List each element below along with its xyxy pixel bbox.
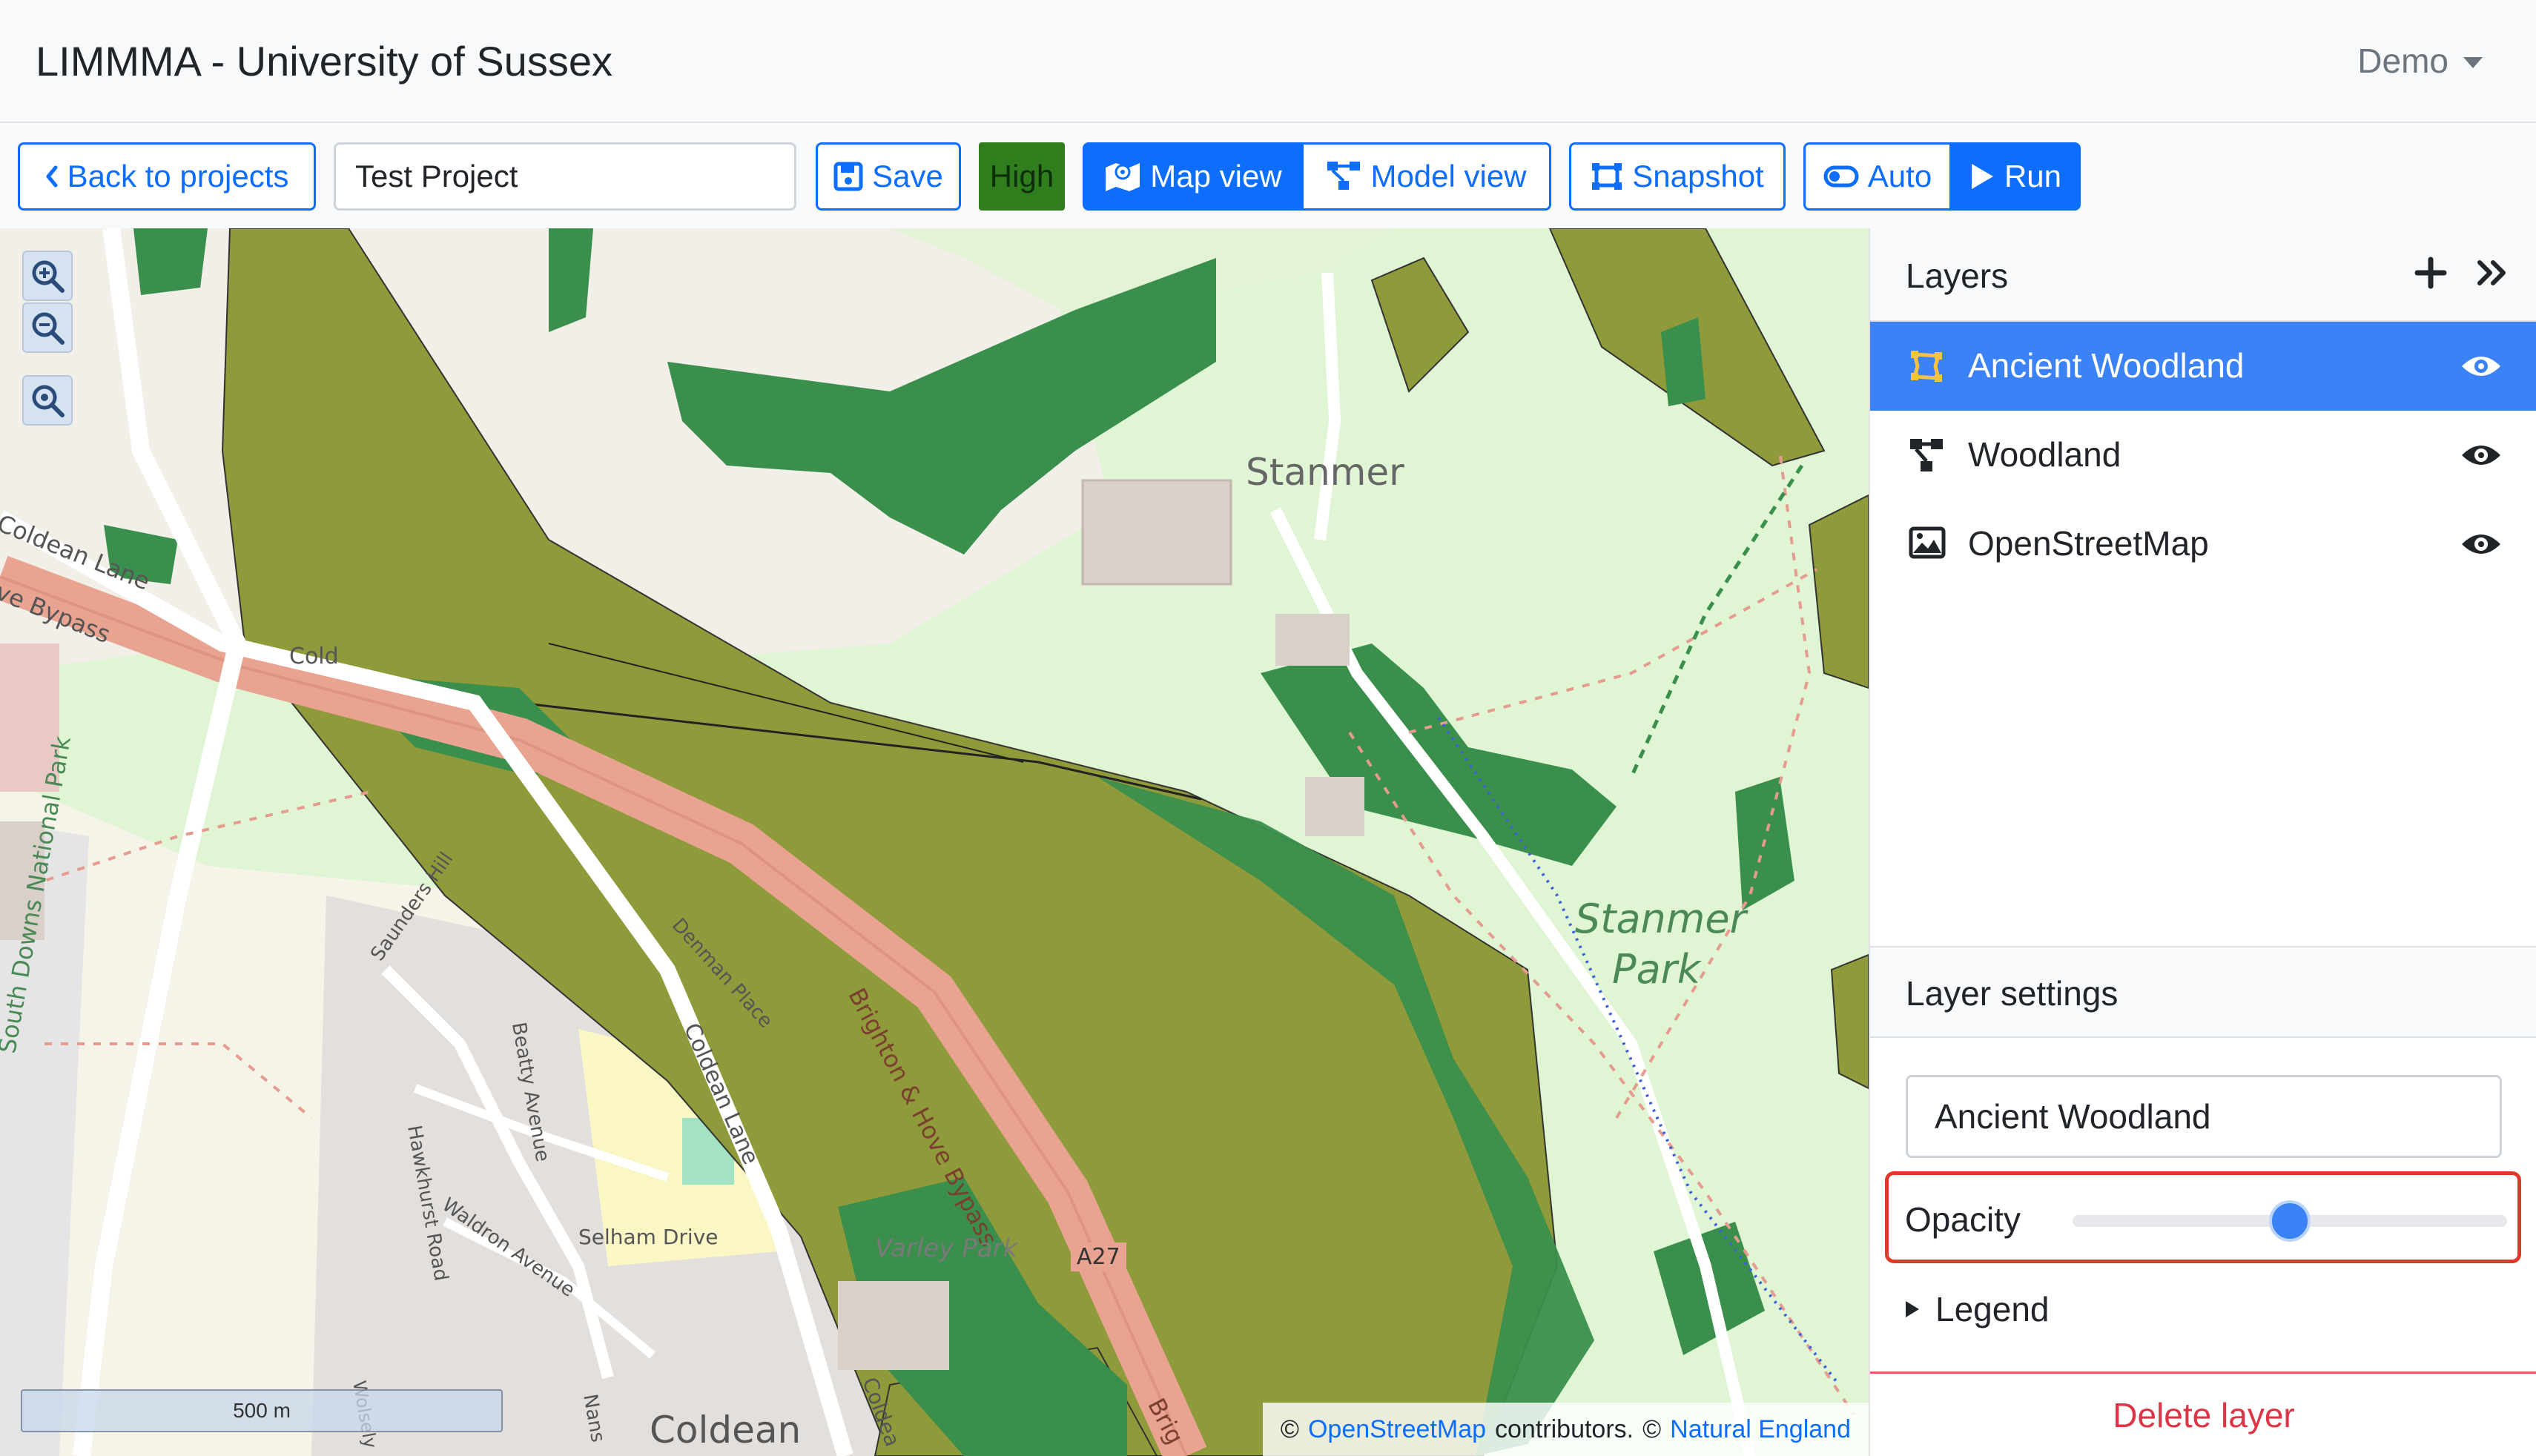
layer-settings-title: Layer settings <box>1906 974 2119 1013</box>
run-button[interactable]: Run <box>1952 142 2081 211</box>
play-icon <box>1971 164 1993 189</box>
model-icon <box>1910 439 1943 471</box>
layers-header-actions <box>2414 257 2508 289</box>
triangle-right-icon <box>1906 1301 1919 1317</box>
opacity-slider[interactable] <box>2073 1200 2507 1242</box>
attribution-osm-suffix: contributors. <box>1495 1414 1634 1443</box>
map-view-label: Map view <box>1150 159 1282 193</box>
zoom-extent-icon <box>32 385 65 417</box>
delete-layer-button[interactable]: Delete layer <box>1870 1371 2536 1456</box>
toolbar: Back to projects Test Project Save High … <box>0 125 2536 228</box>
map-scale-bar: 500 m <box>21 1389 503 1432</box>
layers-title: Layers <box>1906 257 2009 295</box>
zoom-out-icon <box>32 312 65 345</box>
user-menu-label: Demo <box>2357 42 2449 80</box>
map-attribution: © OpenStreetMap contributors. © Natural … <box>1262 1403 1869 1456</box>
layers-sidebar: Layers Ancient Woodland Woodland OpenStr… <box>1869 228 2536 1456</box>
attribution-natural-england-link[interactable]: Natural England <box>1670 1415 1851 1444</box>
eye-icon[interactable] <box>2460 529 2502 559</box>
layer-name-input-value: Ancient Woodland <box>1935 1097 2211 1136</box>
layer-item-openstreetmap[interactable]: OpenStreetMap <box>1870 500 2536 589</box>
image-icon <box>1909 526 1946 559</box>
zoom-in-icon <box>32 260 65 293</box>
map-icon <box>1106 163 1140 191</box>
top-navbar: LIMMMA - University of Sussex Demo <box>0 0 2536 123</box>
layers-header: Layers <box>1870 228 2536 322</box>
back-to-projects-label: Back to projects <box>67 159 289 193</box>
map-view-button[interactable]: Map view <box>1083 142 1304 211</box>
chevron-left-icon <box>46 165 58 188</box>
project-name-input[interactable]: Test Project <box>334 142 796 211</box>
map-label-stanmer-village: Stanmer <box>1246 451 1404 494</box>
double-chevron-right-icon[interactable] <box>2475 258 2508 288</box>
run-label: Run <box>2004 159 2062 193</box>
map-label-selham-drive: Selham Drive <box>578 1225 719 1249</box>
auto-label: Auto <box>1867 159 1932 193</box>
floppy-disk-icon <box>833 162 863 191</box>
eye-icon[interactable] <box>2460 440 2502 470</box>
map-label-cold: Cold <box>289 643 339 669</box>
snapshot-label: Snapshot <box>1632 159 1764 193</box>
map-label-a27: A27 <box>1071 1242 1126 1271</box>
map-label-varley-park: Varley Park <box>875 1234 1018 1263</box>
legend-label: Legend <box>1935 1290 2050 1328</box>
toggle-icon <box>1823 165 1859 188</box>
back-to-projects-button[interactable]: Back to projects <box>18 142 316 211</box>
map-label-stanmer-park-1: Stanmer <box>1575 896 1746 942</box>
eye-icon[interactable] <box>2460 351 2502 381</box>
model-view-label: Model view <box>1370 159 1527 193</box>
snapshot-icon <box>1592 163 1622 190</box>
scale-label: 500 m <box>233 1399 291 1422</box>
legend-toggle[interactable]: Legend <box>1906 1287 2050 1331</box>
attribution-osm-link[interactable]: OpenStreetMap <box>1308 1415 1486 1444</box>
polygon-icon <box>1911 351 1942 382</box>
opacity-slider-thumb[interactable] <box>2269 1200 2311 1242</box>
attribution-copyright-2: © <box>1642 1414 1662 1443</box>
opacity-control: Opacity <box>1885 1171 2521 1263</box>
opacity-label: Opacity <box>1905 1200 2021 1239</box>
delete-layer-label: Delete layer <box>2113 1395 2295 1435</box>
caret-down-icon <box>2463 56 2483 68</box>
zoom-to-extent-button[interactable] <box>22 375 73 426</box>
layer-name: OpenStreetMap <box>1968 524 2209 563</box>
map-base-layer <box>0 228 1869 1456</box>
app-title[interactable]: LIMMMA - University of Sussex <box>36 33 612 90</box>
map-label-stanmer-park-2: Park <box>1612 946 1701 993</box>
model-graph-icon <box>1327 162 1361 190</box>
user-menu-dropdown[interactable]: Demo <box>2357 37 2483 85</box>
attribution-copyright-1: © <box>1280 1414 1299 1443</box>
layer-name: Ancient Woodland <box>1968 346 2245 385</box>
save-label: Save <box>872 159 943 193</box>
model-view-button[interactable]: Model view <box>1304 142 1551 211</box>
quality-badge[interactable]: High <box>979 142 1065 211</box>
save-button[interactable]: Save <box>816 142 961 211</box>
zoom-out-button[interactable] <box>22 302 73 353</box>
map-canvas[interactable]: Stanmer Stanmer Park Coldean Lane ve Byp… <box>0 228 1869 1456</box>
map-label-coldean: Coldean <box>650 1409 802 1452</box>
layer-item-ancient-woodland[interactable]: Ancient Woodland <box>1870 322 2536 411</box>
layer-item-woodland[interactable]: Woodland <box>1870 411 2536 500</box>
layer-name-input[interactable]: Ancient Woodland <box>1906 1075 2502 1158</box>
quality-label: High <box>989 159 1054 193</box>
layer-settings-header: Layer settings <box>1870 946 2536 1038</box>
zoom-in-button[interactable] <box>22 251 73 301</box>
snapshot-button[interactable]: Snapshot <box>1569 142 1786 211</box>
plus-icon[interactable] <box>2414 257 2447 289</box>
layer-name: Woodland <box>1968 435 2121 474</box>
project-name-value: Test Project <box>355 159 518 193</box>
auto-toggle-button[interactable]: Auto <box>1803 142 1952 211</box>
